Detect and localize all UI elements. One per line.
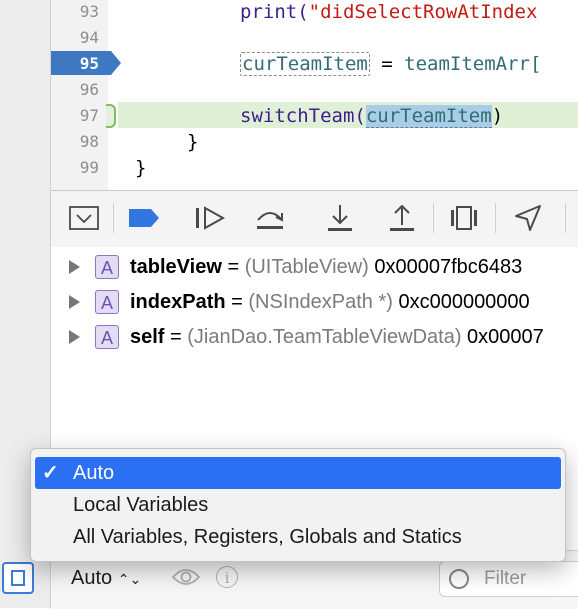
breakpoints-toggle-icon[interactable] — [127, 201, 161, 235]
variable-text: self = (JianDao.TeamTableViewData) 0x000… — [130, 324, 544, 350]
view-debugger-icon[interactable] — [447, 201, 481, 235]
code-token: print( — [240, 1, 309, 23]
code-token[interactable]: curTeamItem — [365, 105, 492, 128]
variable-text: tableView = (UITableView) 0x00007fbc6483 — [130, 254, 522, 280]
variable-eq: = — [221, 256, 245, 278]
menu-item-label: All Variables, Registers, Globals and St… — [73, 526, 462, 548]
eye-icon[interactable] — [171, 567, 201, 592]
variable-row[interactable]: A tableView = (UITableView) 0x00007fbc64… — [51, 250, 578, 284]
variable-row[interactable]: A self = (JianDao.TeamTableViewData) 0x0… — [51, 320, 578, 354]
variable-kind-icon: A — [95, 255, 119, 279]
disclosure-triangle-icon[interactable] — [69, 295, 80, 309]
variable-type: (UITableView) — [244, 256, 369, 278]
code-editor[interactable]: 93 94 95 96 97 98 99 print("didSelectRow… — [51, 0, 578, 190]
code-token[interactable]: curTeamItem — [240, 52, 370, 76]
code-line: curTeamItem = teamItemArr[ — [240, 51, 541, 77]
variable-kind-icon: A — [95, 290, 119, 314]
menu-item-auto[interactable]: ✓ Auto — [35, 457, 561, 489]
menu-item-all-variables[interactable]: All Variables, Registers, Globals and St… — [35, 521, 561, 553]
filter-field[interactable] — [439, 561, 578, 597]
code-line: } — [187, 131, 199, 153]
variable-name: tableView — [130, 256, 222, 278]
variable-type: (NSIndexPath *) — [248, 291, 393, 313]
variable-value: 0x00007 — [461, 326, 544, 348]
variable-eq: = — [164, 326, 188, 348]
variable-name: self — [130, 326, 165, 348]
variable-kind-icon: A — [95, 325, 119, 349]
line-number: 97 — [79, 106, 99, 125]
code-token: ) — [491, 105, 504, 127]
instruction-pointer-icon[interactable] — [106, 104, 116, 128]
code-line: switchTeam(curTeamItem) — [240, 103, 503, 129]
panel-toggle-icon[interactable] — [2, 562, 34, 594]
variable-row[interactable]: A indexPath = (NSIndexPath *) 0xc0000000… — [51, 285, 578, 319]
scope-value: Auto — [71, 567, 113, 589]
scope-popup-button[interactable]: Auto ⌃⌄ — [71, 567, 141, 590]
menu-item-label: Local Variables — [73, 494, 209, 516]
code-token: "didSelectRowAtIndex — [308, 1, 538, 23]
disclosure-triangle-icon[interactable] — [69, 260, 80, 274]
info-icon[interactable]: i — [216, 566, 238, 588]
menu-item-label: Auto — [73, 462, 115, 484]
filter-icon — [449, 569, 469, 589]
scope-dropdown-menu: ✓ Auto Local Variables All Variables, Re… — [30, 448, 566, 562]
variable-value: 0x00007fbc6483 — [368, 256, 523, 278]
variable-text: indexPath = (NSIndexPath *) 0xc000000000 — [130, 289, 530, 315]
chevron-updown-icon: ⌃⌄ — [117, 571, 142, 587]
menu-item-local-variables[interactable]: Local Variables — [35, 489, 561, 521]
code-token: teamItemArr[ — [404, 53, 542, 75]
code-token: switchTeam( — [240, 105, 366, 127]
line-number: 96 — [79, 80, 99, 99]
code-token: = — [369, 53, 405, 75]
line-number: 93 — [79, 2, 99, 21]
step-into-icon[interactable] — [323, 201, 357, 235]
simulate-location-icon[interactable] — [511, 201, 545, 235]
code-line: } — [135, 157, 147, 179]
line-number: 95 — [79, 54, 99, 73]
step-over-icon[interactable] — [253, 201, 287, 235]
code-line: print("didSelectRowAtIndex — [240, 0, 537, 25]
variable-name: indexPath — [130, 291, 226, 313]
disclosure-triangle-icon[interactable] — [69, 330, 80, 344]
variable-eq: = — [225, 291, 249, 313]
checkmark-icon: ✓ — [42, 462, 59, 484]
line-number: 98 — [79, 132, 99, 151]
filter-input[interactable] — [482, 567, 578, 591]
continue-icon[interactable] — [193, 201, 227, 235]
hide-debug-area-icon[interactable] — [67, 201, 101, 235]
step-out-icon[interactable] — [385, 201, 419, 235]
variable-type: (JianDao.TeamTableViewData) — [187, 326, 462, 348]
variable-value: 0xc000000000 — [392, 291, 530, 313]
debug-toolbar — [51, 190, 578, 248]
line-number: 99 — [79, 158, 99, 177]
line-number: 94 — [79, 28, 99, 47]
